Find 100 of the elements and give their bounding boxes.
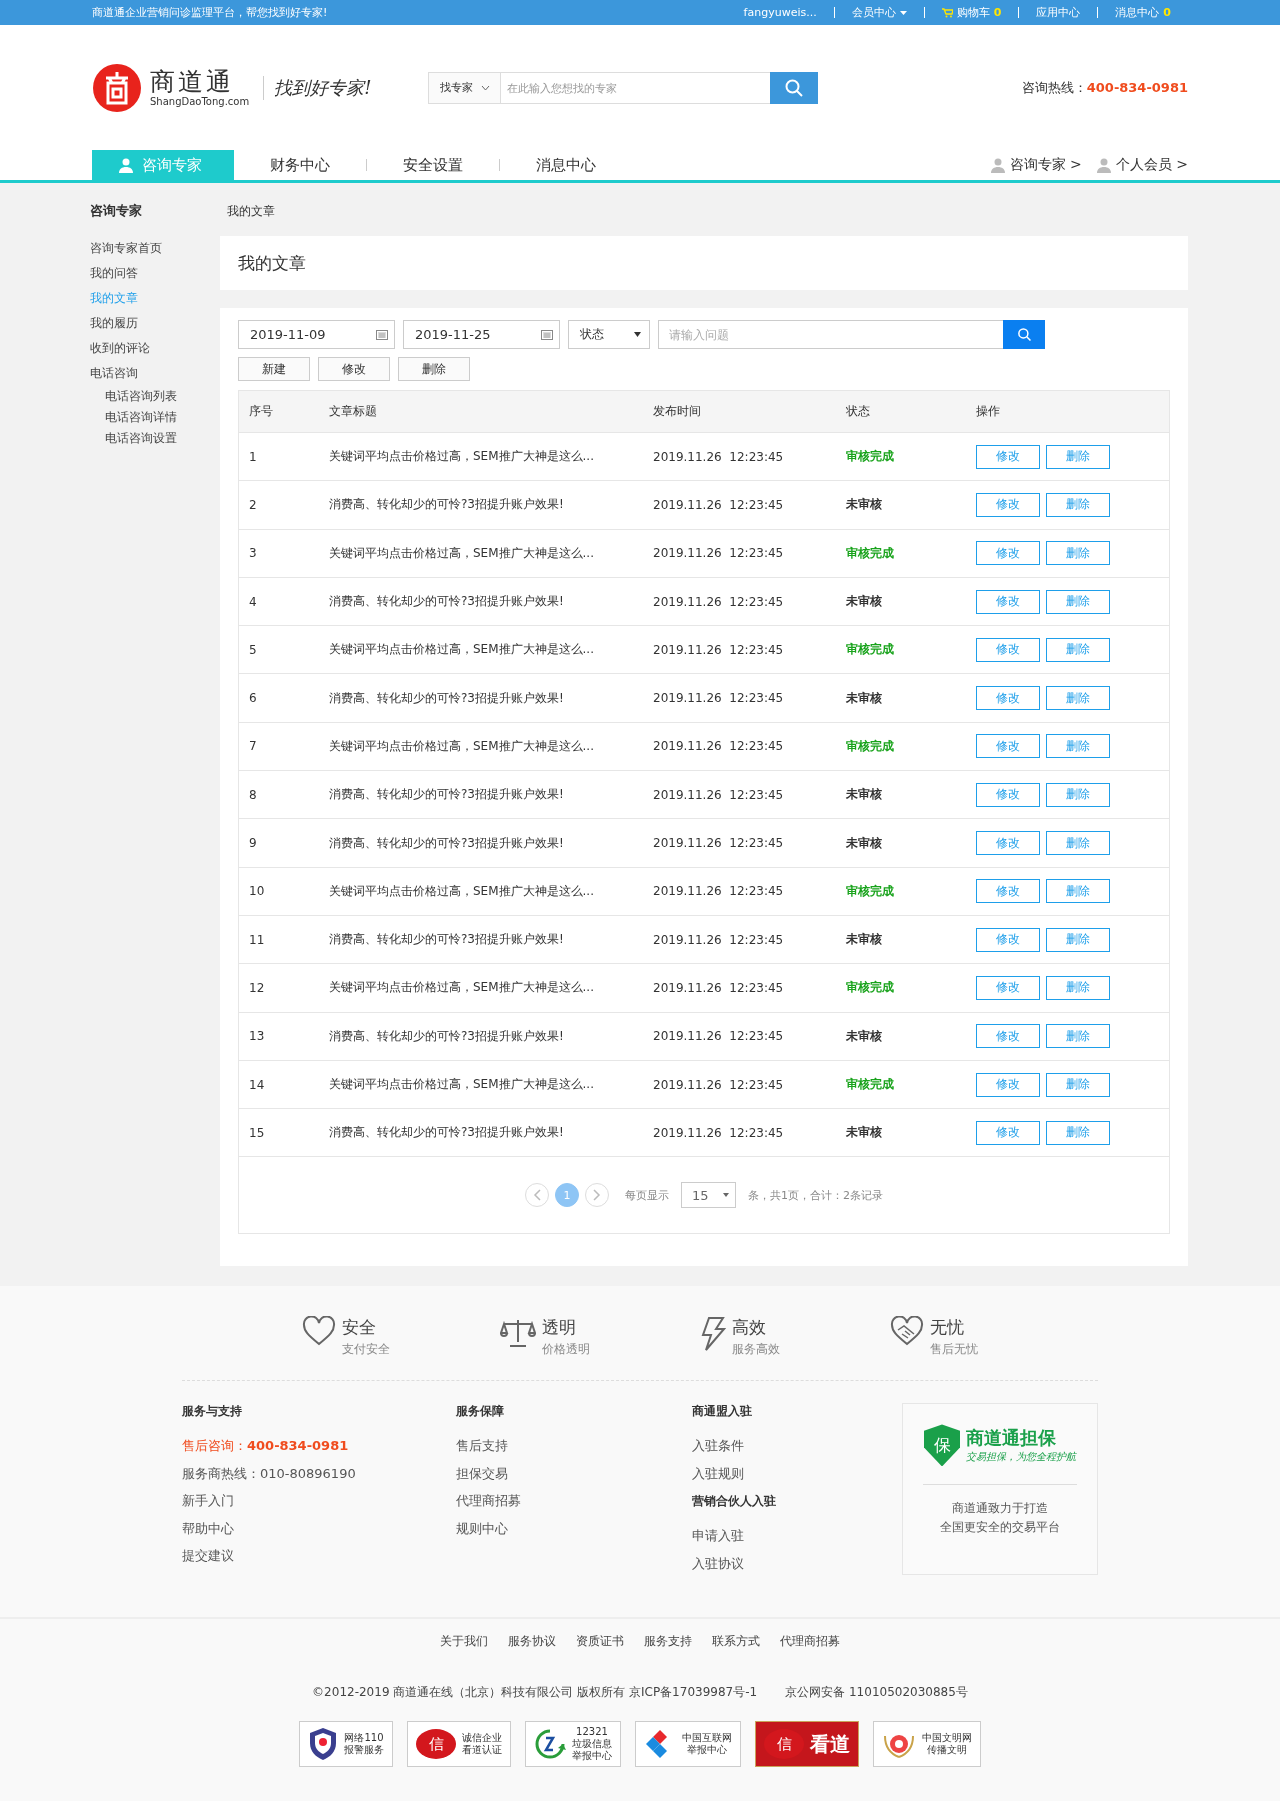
table-cell-text: 8 [249, 787, 258, 802]
table-cell-text: 6 [249, 691, 258, 706]
footer-link[interactable]: 服务协议 [508, 1633, 556, 1651]
toolbar-button[interactable]: 修改 [318, 357, 390, 381]
article-title: 消费高、转化却少的可怜?3招提升账户效果! [329, 834, 565, 852]
footer-link[interactable]: 资质证书 [576, 1633, 624, 1651]
sidebar-subitem[interactable]: 电话咨询详情 [90, 407, 190, 428]
footer-link[interactable]: 申请入驻 [692, 1522, 892, 1550]
footer-link[interactable]: 新手入门 [182, 1487, 456, 1515]
table-cell-text: 11 [249, 932, 266, 947]
footer-link[interactable]: 提交建议 [182, 1542, 456, 1570]
status-text: 未审核 [846, 835, 882, 850]
publish-time: 2019.11.26 12:23:45 [653, 449, 785, 464]
sidebar-item[interactable]: 我的问答 [90, 261, 190, 286]
caret-icon [899, 10, 907, 15]
status-select[interactable]: 状态 [568, 320, 650, 349]
guarantee-text: 商道通致力于打造 [952, 1500, 1048, 1518]
footer-link[interactable]: 规则中心 [456, 1514, 692, 1543]
status-text: 未审核 [846, 1125, 882, 1140]
footer-link[interactable]: 入驻条件 [692, 1432, 892, 1460]
sidebar-item[interactable]: 电话咨询 [90, 361, 190, 386]
article-title: 消费高、转化却少的可怜?3招提升账户效果! [329, 593, 565, 611]
trust-badge[interactable]: 12321 垃圾信息 举报中心 [525, 1721, 621, 1768]
nav-tab[interactable]: 财务中心 [234, 150, 366, 180]
footer-link[interactable]: 联系方式 [712, 1633, 760, 1651]
question-search-bar[interactable]: 请输入问题 [658, 320, 1045, 349]
trust-badge[interactable]: 网络110 报警服务 [299, 1721, 393, 1768]
person-icon [118, 157, 134, 173]
footer-heading: 商通盟入驻 [692, 1403, 753, 1421]
sidebar-item[interactable]: 收到的评论 [90, 336, 190, 361]
article-title: 关键词平均点击价格过高，SEM推广大神是这么... [329, 882, 595, 900]
column-header: 序号 [249, 403, 274, 420]
badge-text: 12321 垃圾信息 举报中心 [572, 1726, 612, 1763]
table-cell-text: 12 [249, 980, 266, 995]
feature-subtitle: 价格透明 [542, 1341, 590, 1359]
status-text: 审核完成 [846, 1077, 894, 1091]
status-text: 审核完成 [846, 738, 894, 753]
publish-time: 2019.11.26 12:23:45 [653, 1077, 785, 1092]
status-text: 审核完成 [846, 980, 894, 995]
footer-link[interactable]: 担保交易 [456, 1459, 692, 1488]
dropdown-arrow-icon [723, 1193, 729, 1198]
publish-time: 2019.11.26 12:23:45 [653, 546, 785, 561]
article-title: 消费高、转化却少的可怜?3招提升账户效果! [329, 786, 565, 804]
feature-title: 安全 [342, 1316, 377, 1340]
article-title: 关键词平均点击价格过高，SEM推广大神是这么... [329, 641, 595, 659]
toolbar-button[interactable]: 删除 [398, 357, 470, 381]
table-cell-text: 10 [249, 884, 266, 899]
table-cell-text: 7 [249, 739, 258, 754]
role-link[interactable]: 个人会员 > [1095, 156, 1188, 174]
role-link[interactable]: 咨询专家 > [989, 156, 1082, 174]
date-field[interactable]: 2019-11-25 [403, 320, 560, 349]
search-button[interactable] [770, 71, 818, 104]
trust-badge[interactable]: 信 看道 [755, 1721, 859, 1768]
search-button[interactable] [1003, 320, 1045, 349]
publish-time: 2019.11.26 12:23:45 [653, 691, 785, 706]
sidebar-subitem[interactable]: 电话咨询列表 [90, 386, 190, 407]
nav-tab[interactable]: 安全设置 [367, 150, 499, 180]
footer-link[interactable]: 代理商招募 [780, 1633, 840, 1651]
footer-heading: 营销合伙人入驻 [692, 1493, 777, 1511]
footer-link[interactable]: 服务商热线：010-80896190 [182, 1459, 456, 1488]
search-scope-select[interactable]: 找专家 [429, 72, 501, 103]
footer-link[interactable]: 售后支持 [456, 1432, 692, 1460]
footer-link[interactable]: 关于我们 [440, 1633, 488, 1651]
per-page-label: 每页显示 [625, 1187, 669, 1203]
after-sales-hotline[interactable]: 售后咨询：400-834-0981 [182, 1432, 456, 1460]
footer-link[interactable]: 帮助中心 [182, 1514, 456, 1543]
trust-badge[interactable]: 中国文明网 传播文明 [873, 1721, 981, 1768]
hotline: 咨询热线：400-834-0981 [1021, 78, 1188, 97]
table-cell-text: 5 [249, 642, 258, 657]
column-header: 状态 [846, 403, 871, 420]
article-title: 消费高、转化却少的可怜?3招提升账户效果! [329, 1124, 565, 1142]
footer-link[interactable]: 服务支持 [644, 1633, 692, 1651]
table-cell-text: 13 [249, 1029, 266, 1044]
article-title: 消费高、转化却少的可怜?3招提升账户效果! [329, 496, 565, 514]
trust-badge[interactable]: 中国互联网 举报中心 [635, 1721, 741, 1768]
sidebar-subitem[interactable]: 电话咨询设置 [90, 428, 190, 449]
table-cell-text: 15 [249, 1125, 266, 1140]
trust-badge[interactable]: 信 诚信企业 看道认证 [407, 1721, 511, 1768]
footer-heading: 服务保障 [456, 1403, 505, 1421]
logo-name: 商道通 [150, 68, 235, 96]
calendar-icon [376, 329, 388, 340]
status-text: 未审核 [846, 932, 882, 947]
search-bar[interactable]: 找专家 在此输入您想找的专家 [428, 71, 818, 104]
copyright: ©2012-2019 商道通在线（北京）科技有限公司 版权所有 京ICP备17039987号-1 [312, 1684, 758, 1702]
footer-link[interactable]: 入驻规则 [692, 1459, 892, 1488]
footer-link[interactable]: 入驻协议 [692, 1549, 892, 1578]
article-title: 关键词平均点击价格过高，SEM推广大神是这么... [329, 1076, 595, 1093]
sidebar-item[interactable]: 我的履历 [90, 311, 190, 336]
toolbar-button[interactable]: 新建 [238, 357, 310, 381]
table-cell-text: 14 [249, 1077, 266, 1092]
sidebar-item[interactable]: 咨询专家首页 [90, 236, 190, 261]
seal-mark: 信 [764, 1729, 804, 1760]
breadcrumb: 我的文章 [227, 202, 276, 220]
date-field[interactable]: 2019-11-09 [238, 320, 395, 349]
per-page-select[interactable]: 15 [681, 1182, 736, 1209]
nav-tab[interactable]: 消息中心 [500, 150, 632, 180]
article-title: 消费高、转化却少的可怜?3招提升账户效果! [329, 931, 565, 949]
chevron-right-icon [593, 1189, 601, 1202]
table-cell-text: 4 [249, 594, 258, 609]
footer-link[interactable]: 代理商招募 [456, 1487, 692, 1515]
